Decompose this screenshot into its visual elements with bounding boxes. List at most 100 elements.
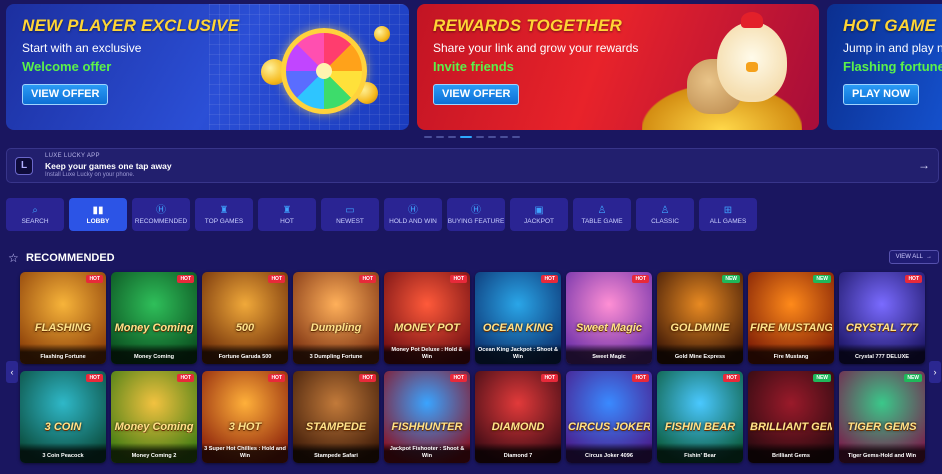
game-tile[interactable]: BRILLIANT GEMS NEW Brilliant Gems [748, 371, 834, 463]
game-name: Crystal 777 DELUXE [839, 344, 925, 364]
carousel-dot[interactable] [512, 136, 520, 138]
game-tile[interactable]: 500 HOT Fortune Garuda 500 [202, 272, 288, 364]
game-tile[interactable]: OCEAN KING HOT Ocean King Jackpot : Shoot … [475, 272, 561, 364]
game-logo-text: CRYSTAL 777 [845, 322, 919, 334]
carousel-dots[interactable] [424, 136, 520, 138]
game-tile[interactable]: Sweet Magic HOT Sweet Magic [566, 272, 652, 364]
view-offer-button[interactable]: VIEW OFFER [433, 84, 520, 105]
game-tile[interactable]: FISHIN BEAR HOT Fishin' Bear [657, 371, 743, 463]
game-name: Jackpot Fishooter : Shoot & Win [384, 443, 470, 463]
banner-accent: Welcome offer [22, 59, 112, 74]
app-install-bar[interactable]: L LUXE LUCKY APP Keep your games one tap… [6, 148, 939, 183]
game-tile[interactable]: MONEY POT HOT Money Pot Deluxe : Hold & Wi… [384, 272, 470, 364]
game-badge: HOT [541, 275, 558, 283]
newest-icon: ▭ [345, 205, 355, 216]
game-name: Fortune Garuda 500 [202, 344, 288, 364]
category-lobby[interactable]: ▮▮ LOBBY [69, 198, 127, 231]
view-offer-button[interactable]: VIEW OFFER [22, 84, 109, 105]
game-tile[interactable]: Money Coming HOT Money Coming [111, 272, 197, 364]
game-name: Money Coming [111, 344, 197, 364]
banner-title: REWARDS TOGETHER [433, 16, 622, 35]
game-tile[interactable]: CIRCUS JOKER HOT Circus Joker 4096 [566, 371, 652, 463]
category-newest[interactable]: ▭ NEWEST [321, 198, 379, 231]
top-games-icon: ♜ [219, 205, 229, 216]
chevron-right-icon[interactable]: › [929, 361, 941, 383]
game-tile[interactable]: Dumpling HOT 3 Dumpling Fortune [293, 272, 379, 364]
game-tile[interactable]: 3 COIN HOT 3 Coin Peacock [20, 371, 106, 463]
game-name: Circus Joker 4096 [566, 443, 652, 463]
game-logo-text: 3 COIN [44, 421, 82, 433]
buying-feature-icon: Ⓗ [471, 205, 481, 216]
promo-banner-hot-game[interactable]: HOT GAME Jump in and play no Flashing fo… [827, 4, 942, 130]
category-hold-and-win[interactable]: Ⓗ HOLD AND WIN [384, 198, 442, 231]
category-label: LOBBY [86, 218, 110, 225]
category-buying-feature[interactable]: Ⓗ BUYING FEATURE [447, 198, 505, 231]
category-all-games[interactable]: ⊞ ALL GAMES [699, 198, 757, 231]
game-logo-text: Dumpling [310, 322, 362, 334]
game-badge: HOT [905, 275, 922, 283]
promo-banner-new-player[interactable]: NEW PLAYER EXCLUSIVE Start with an exclu… [6, 4, 409, 130]
game-badge: HOT [450, 374, 467, 382]
game-badge: HOT [268, 275, 285, 283]
game-logo-text: 3 HOT [228, 421, 262, 433]
app-title: Keep your games one tap away [45, 161, 172, 171]
game-tile[interactable]: FLASHING HOT Flashing Fortune [20, 272, 106, 364]
game-name: 3 Coin Peacock [20, 443, 106, 463]
game-logo-text: MONEY POT [394, 322, 460, 334]
game-badge: NEW [813, 374, 831, 382]
view-all-button[interactable]: VIEW ALL → [888, 250, 939, 264]
carousel-dot[interactable] [448, 136, 456, 138]
star-icon: ☆ [8, 251, 19, 265]
view-all-label: VIEW ALL [895, 254, 923, 260]
play-now-button[interactable]: PLAY NOW [843, 84, 920, 105]
game-logo-text: BRILLIANT GEMS [750, 421, 832, 433]
carousel-dot[interactable] [476, 136, 484, 138]
carousel-dot[interactable] [436, 136, 444, 138]
game-badge: HOT [86, 374, 103, 382]
game-name: Gold Mine Express [657, 344, 743, 364]
game-badge: HOT [632, 374, 649, 382]
carousel-dot[interactable] [500, 136, 508, 138]
jackpot-icon: ▣ [534, 205, 544, 216]
game-logo-text: Sweet Magic [575, 322, 643, 334]
game-name: Ocean King Jackpot : Shoot & Win [475, 344, 561, 364]
game-name: Tiger Gems-Hold and Win [839, 443, 925, 463]
game-tile[interactable]: TIGER GEMS NEW Tiger Gems-Hold and Win [839, 371, 925, 463]
game-name: Diamond 7 [475, 443, 561, 463]
category-label: SEARCH [21, 218, 49, 225]
promo-carousel[interactable]: NEW PLAYER EXCLUSIVE Start with an exclu… [0, 0, 942, 140]
game-name: Brilliant Gems [748, 443, 834, 463]
game-name: Fishin' Bear [657, 443, 743, 463]
chevron-left-icon[interactable]: ‹ [6, 361, 18, 383]
category-jackpot[interactable]: ▣ JACKPOT [510, 198, 568, 231]
category-table-game[interactable]: ♙ TABLE GAME [573, 198, 631, 231]
category-label: HOLD AND WIN [389, 218, 437, 225]
fortune-wheel-icon [281, 28, 367, 114]
category-hot[interactable]: ♜ HOT [258, 198, 316, 231]
game-tile[interactable]: DIAMOND HOT Diamond 7 [475, 371, 561, 463]
game-name: 3 Dumpling Fortune [293, 344, 379, 364]
promo-banner-rewards[interactable]: REWARDS TOGETHER Share your link and gro… [417, 4, 819, 130]
game-logo-text: FLASHING [34, 322, 92, 334]
game-badge: HOT [359, 374, 376, 382]
category-top-games[interactable]: ♜ TOP GAMES [195, 198, 253, 231]
category-search[interactable]: ⌕ SEARCH [6, 198, 64, 231]
game-badge: NEW [813, 275, 831, 283]
search-icon: ⌕ [32, 205, 38, 216]
game-logo-text: Money Coming [114, 322, 194, 334]
game-tile[interactable]: CRYSTAL 777 HOT Crystal 777 DELUXE [839, 272, 925, 364]
game-tile[interactable]: 3 HOT HOT 3 Super Hot Chillies : Hold and … [202, 371, 288, 463]
carousel-dot[interactable] [488, 136, 496, 138]
game-tile[interactable]: FIRE MUSTANG NEW Fire Mustang [748, 272, 834, 364]
game-tile[interactable]: STAMPEDE HOT Stampede Safari [293, 371, 379, 463]
game-tile[interactable]: FISHHUNTER HOT Jackpot Fishooter : Shoot &… [384, 371, 470, 463]
game-tile[interactable]: GOLDMINE NEW Gold Mine Express [657, 272, 743, 364]
carousel-dot[interactable] [424, 136, 432, 138]
category-classic[interactable]: ♙ CLASSIC [636, 198, 694, 231]
game-tile[interactable]: Money Coming HOT Money Coming 2 [111, 371, 197, 463]
game-badge: HOT [177, 275, 194, 283]
game-logo-text: FIRE MUSTANG [750, 322, 832, 334]
carousel-dot[interactable] [460, 136, 472, 138]
category-recommended[interactable]: Ⓗ RECOMMENDED [132, 198, 190, 231]
arrow-right-icon[interactable]: → [918, 158, 930, 172]
